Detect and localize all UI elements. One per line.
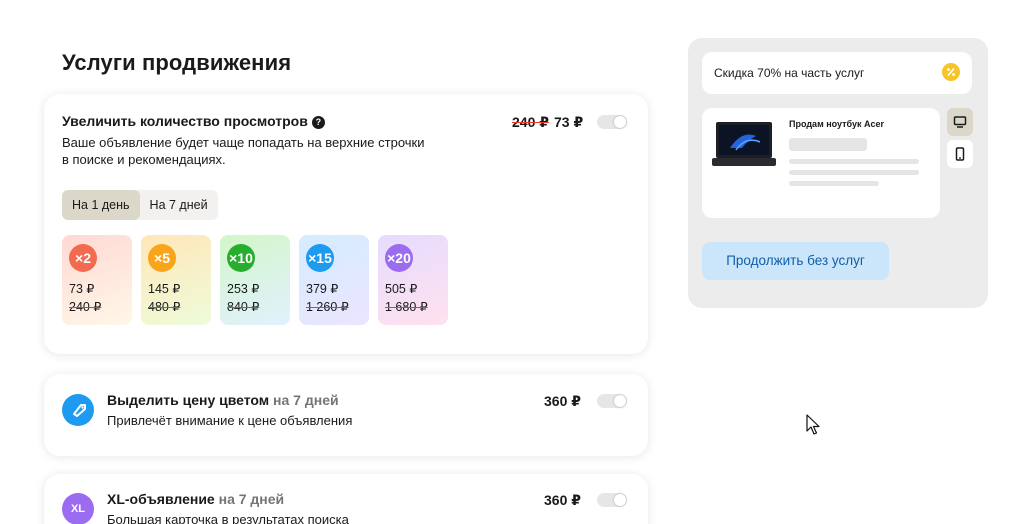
mobile-preview-button[interactable] [947, 140, 973, 168]
page-title: Услуги продвижения [62, 50, 292, 75]
views-option-x20[interactable]: ×20 505 ₽ 1 680 ₽ [378, 235, 448, 325]
xl-service-description: Большая карточка в результатах поиска [107, 512, 349, 524]
views-option-x15[interactable]: ×15 379 ₽ 1 260 ₽ [299, 235, 369, 325]
option-old-price: 240 ₽ [69, 300, 102, 314]
multiplier-badge: ×15 [306, 244, 334, 272]
skeleton-line [789, 138, 867, 151]
duration-tabs: На 1 день На 7 дней [62, 190, 218, 220]
mobile-icon [955, 147, 965, 161]
option-price: 145 ₽ [148, 282, 181, 296]
percent-icon [942, 63, 960, 81]
views-service-title: Увеличить количество просмотров? [62, 113, 325, 129]
views-service-new-price: 73 ₽ [554, 114, 584, 130]
multiplier-badge: ×2 [69, 244, 97, 272]
skeleton-line [789, 181, 879, 186]
views-options: ×2 73 ₽ 240 ₽ ×5 145 ₽ 480 ₽ ×10 253 ₽ 8… [62, 235, 448, 325]
color-service-description: Привлечёт внимание к цене объявления [107, 413, 353, 428]
color-service-toggle[interactable] [597, 394, 627, 408]
views-service-old-price: 240 ₽ [512, 114, 549, 130]
multiplier-badge: ×5 [148, 244, 176, 272]
views-option-x5[interactable]: ×5 145 ₽ 480 ₽ [141, 235, 211, 325]
help-icon[interactable]: ? [311, 116, 325, 129]
color-service-price: 360 ₽ [544, 393, 581, 409]
option-old-price: 480 ₽ [148, 300, 181, 314]
continue-without-services-button[interactable]: Продолжить без услуг [702, 242, 889, 280]
option-price: 253 ₽ [227, 282, 260, 296]
views-option-x2[interactable]: ×2 73 ₽ 240 ₽ [62, 235, 132, 325]
preview-title: Продам ноутбук Acer [789, 119, 885, 129]
laptop-image [712, 118, 776, 170]
views-service-description: Ваше объявление будет чаще попадать на в… [62, 135, 425, 167]
views-service-price: 240 ₽ 73 ₽ [512, 114, 583, 131]
discount-banner[interactable]: Скидка 70% на часть услуг [702, 52, 972, 94]
ad-preview-card: Продам ноутбук Acer [702, 108, 940, 218]
option-price: 505 ₽ [385, 282, 418, 296]
option-price: 73 ₽ [69, 282, 95, 296]
color-service-title: Выделить цену цветом на 7 дней [107, 392, 339, 408]
skeleton-line [789, 170, 919, 175]
option-old-price: 1 260 ₽ [306, 300, 349, 314]
views-option-x10[interactable]: ×10 253 ₽ 840 ₽ [220, 235, 290, 325]
xl-icon: XL [62, 493, 94, 524]
desktop-preview-button[interactable] [947, 108, 973, 136]
mouse-cursor-icon [806, 414, 820, 436]
multiplier-badge: ×10 [227, 244, 255, 272]
tag-icon [62, 394, 94, 426]
xl-service-price: 360 ₽ [544, 492, 581, 508]
xl-service-title: XL-объявление на 7 дней [107, 491, 285, 507]
tab-1-day[interactable]: На 1 день [62, 190, 140, 220]
desktop-icon [953, 116, 967, 128]
option-old-price: 1 680 ₽ [385, 300, 428, 314]
option-price: 379 ₽ [306, 282, 339, 296]
discount-text: Скидка 70% на часть услуг [714, 66, 865, 80]
tab-7-days[interactable]: На 7 дней [140, 190, 218, 220]
xl-service-toggle[interactable] [597, 493, 627, 507]
views-service-toggle[interactable] [597, 115, 627, 129]
skeleton-line [789, 159, 919, 164]
multiplier-badge: ×20 [385, 244, 413, 272]
option-old-price: 840 ₽ [227, 300, 260, 314]
